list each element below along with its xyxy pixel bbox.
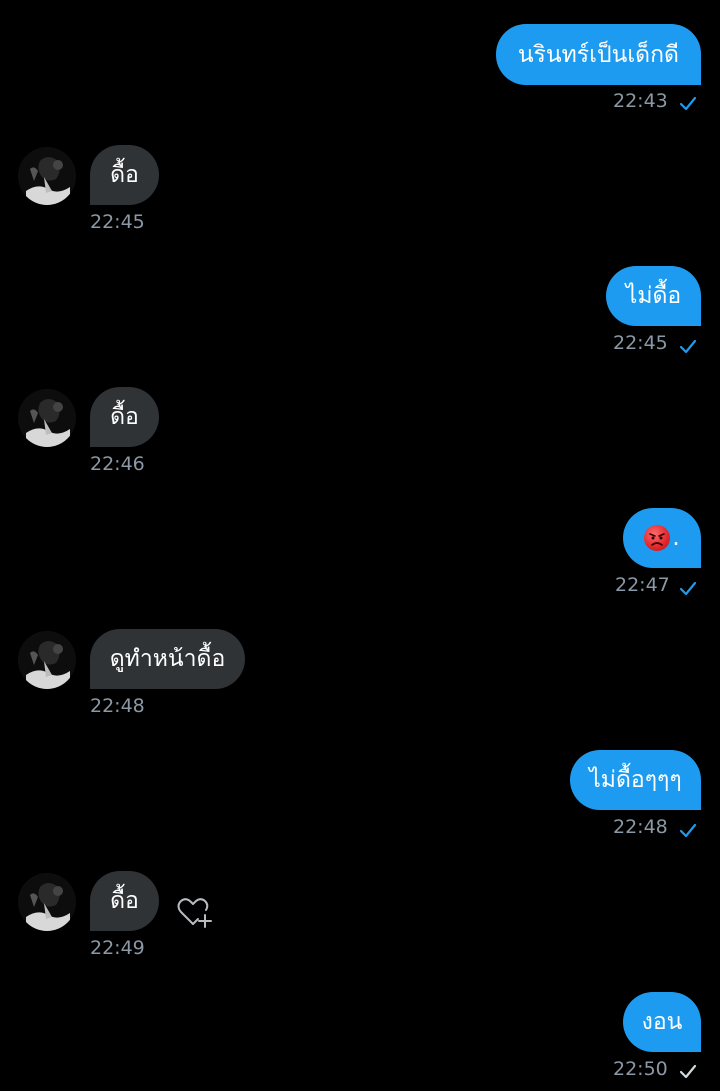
angry-face-emoji-icon [644,525,671,551]
incoming-message-bubble[interactable]: ดื้อ [90,387,159,447]
outgoing-message-bubble[interactable]: ไม่ดื้อๆๆๆ [570,750,701,810]
message-text: นรินทร์เป็นเด็กดี [517,41,679,68]
message-text: ดูทำหน้าดื้อ [109,646,226,672]
message-timestamp: 22:49 [90,937,145,959]
avatar-image [18,147,76,205]
message-timestamp: 22:45 [90,211,145,233]
message-text: ไม่ดื้อ [625,283,682,309]
avatar[interactable] [18,873,76,931]
outgoing-message-bubble[interactable]: งอน [623,992,701,1052]
outgoing-message-bubble[interactable]: ไม่ดื้อ [606,266,701,326]
message-text: ดื้อ [110,888,139,914]
read-check-icon [679,823,697,838]
avatar-image [18,873,76,931]
avatar-image [18,389,76,447]
add-reaction-heart-icon[interactable] [174,893,214,933]
message-timestamp: 22:48 [90,695,145,717]
read-check-icon [679,339,697,354]
outgoing-message-bubble[interactable]: . [623,508,701,568]
message-text: ดื้อ [110,404,139,430]
message-text: ไม่ดื้อๆๆๆ [589,767,682,793]
incoming-message-bubble[interactable]: ดื้อ [90,145,159,205]
message-timestamp: 22:43 [613,90,668,112]
message-timestamp: 22:50 [613,1058,668,1080]
message-timestamp: 22:46 [90,453,145,475]
message-text: . [672,525,680,551]
outgoing-message-bubble[interactable]: นรินทร์เป็นเด็กดี [495,24,701,85]
incoming-message-bubble[interactable]: ดูทำหน้าดื้อ [90,629,245,689]
read-check-icon [679,96,697,111]
message-timestamp: 22:45 [613,332,668,354]
message-text: งอน [641,1009,683,1035]
read-check-icon [679,581,697,596]
message-timestamp: 22:48 [613,816,668,838]
message-timestamp: 22:47 [615,574,670,596]
avatar[interactable] [18,147,76,205]
avatar-image [18,631,76,689]
avatar[interactable] [18,631,76,689]
avatar[interactable] [18,389,76,447]
message-text: ดื้อ [110,162,139,188]
incoming-message-bubble[interactable]: ดื้อ [90,871,159,931]
chat-conversation: นรินทร์เป็นเด็กดี 22:43 ดื้อ 22:45 ไม่ดื… [0,0,720,1091]
sent-check-icon [679,1064,697,1079]
